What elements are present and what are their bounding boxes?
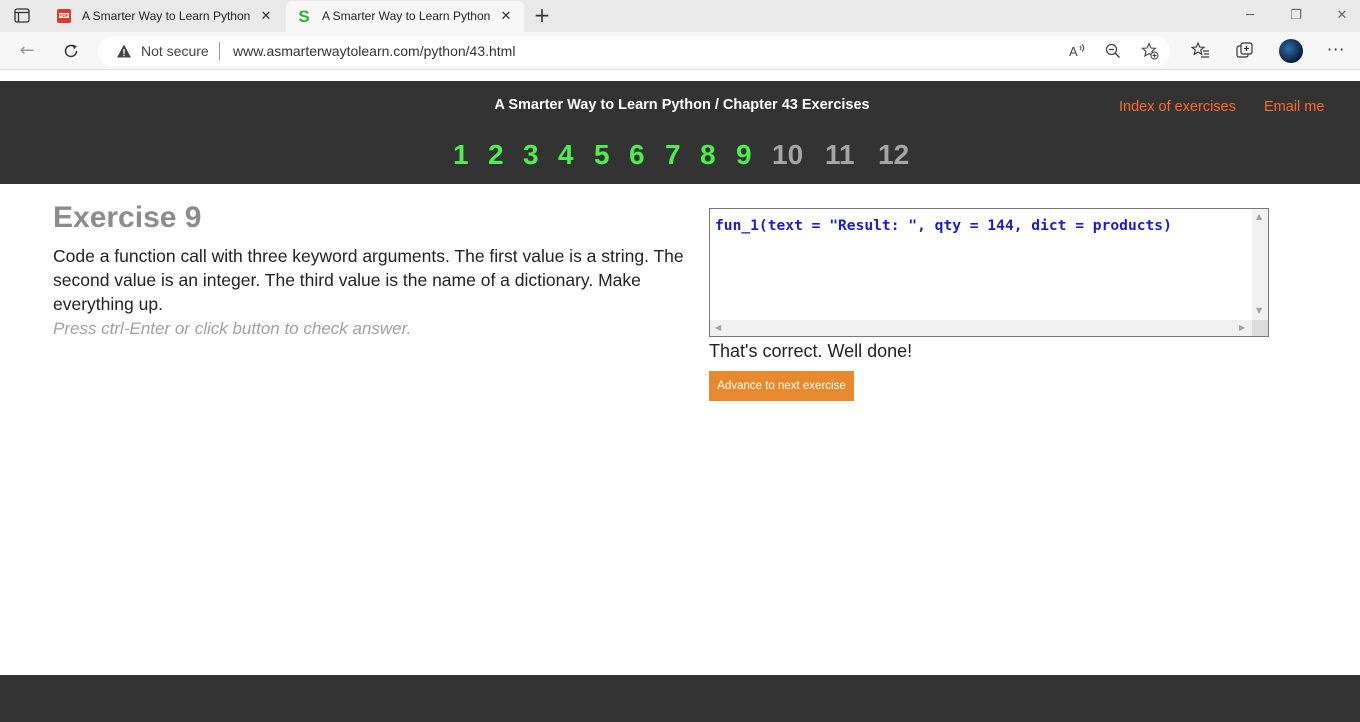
tab-title: A Smarter Way to Learn Python - xyxy=(82,9,252,23)
exercise-link-6[interactable]: 6 xyxy=(629,139,645,171)
tab-actions-icon[interactable] xyxy=(12,7,34,25)
horizontal-scrollbar[interactable]: ◀ ▶ xyxy=(710,320,1253,336)
close-tab-icon[interactable]: ✕ xyxy=(498,8,514,24)
site-footer xyxy=(0,675,1360,722)
exercise-link-4[interactable]: 4 xyxy=(558,139,574,171)
scroll-down-icon[interactable]: ▼ xyxy=(1256,307,1262,315)
warning-icon[interactable] xyxy=(116,43,132,59)
svg-text:A: A xyxy=(1069,44,1078,59)
zoom-out-icon[interactable] xyxy=(1104,42,1122,60)
index-of-exercises-link[interactable]: Index of exercises xyxy=(1119,99,1236,115)
profile-avatar[interactable] xyxy=(1279,39,1303,63)
answer-feedback: That's correct. Well done! xyxy=(709,341,913,361)
browser-toolbar: ← Not secure www.asmarterwaytolearn.com/… xyxy=(0,32,1360,70)
scrollbar-corner xyxy=(1252,320,1268,336)
exercise-link-7[interactable]: 7 xyxy=(665,139,681,171)
security-label[interactable]: Not secure xyxy=(141,43,209,59)
more-options-icon[interactable]: ··· xyxy=(1327,40,1345,59)
exercise-number-nav: 1 2 3 4 5 6 7 8 9 10 11 12 xyxy=(0,139,1360,175)
exercise-link-5[interactable]: 5 xyxy=(594,139,610,171)
collections-icon[interactable] xyxy=(1235,41,1255,61)
favorites-icon[interactable] xyxy=(1190,41,1211,61)
new-tab-button[interactable]: + xyxy=(533,5,551,25)
close-window-icon[interactable]: ✕ xyxy=(1332,6,1352,26)
add-favorite-icon[interactable] xyxy=(1141,42,1159,60)
answer-editor[interactable]: fun_1(text = "Result: ", qty = 144, dict… xyxy=(709,208,1269,337)
exercise-hint: Press ctrl-Enter or click button to chec… xyxy=(53,319,412,338)
s-logo-icon: S xyxy=(296,7,312,26)
browser-tab-active[interactable]: S A Smarter Way to Learn Python - ✕ xyxy=(286,1,524,32)
address-bar[interactable]: Not secure www.asmarterwaytolearn.com/py… xyxy=(98,36,1170,66)
scroll-right-icon[interactable]: ▶ xyxy=(1239,324,1245,332)
exercise-link-1[interactable]: 1 xyxy=(453,139,469,171)
exercise-link-10[interactable]: 10 xyxy=(772,139,803,171)
close-tab-icon[interactable]: ✕ xyxy=(258,8,274,24)
scroll-left-icon[interactable]: ◀ xyxy=(715,324,721,332)
exercise-link-12[interactable]: 12 xyxy=(878,139,909,171)
email-me-link[interactable]: Email me xyxy=(1264,99,1324,115)
scroll-up-icon[interactable]: ▲ xyxy=(1256,213,1262,221)
read-aloud-icon[interactable]: A xyxy=(1068,42,1086,60)
answer-code[interactable]: fun_1(text = "Result: ", qty = 144, dict… xyxy=(715,215,1245,237)
back-arrow-icon[interactable]: ← xyxy=(17,41,37,61)
site-header: A Smarter Way to Learn Python / Chapter … xyxy=(0,81,1360,184)
address-separator xyxy=(219,42,220,60)
restore-icon[interactable]: ❐ xyxy=(1286,6,1306,26)
tab-title: A Smarter Way to Learn Python - xyxy=(322,9,492,23)
tab-strip: PDF A Smarter Way to Learn Python - ✕ S … xyxy=(0,0,1360,32)
advance-to-next-exercise-button[interactable]: Advance to next exercise xyxy=(709,371,854,401)
exercise-link-3[interactable]: 3 xyxy=(523,139,539,171)
url-text[interactable]: www.asmarterwaytolearn.com/python/43.htm… xyxy=(233,43,515,59)
minimize-icon[interactable]: ─ xyxy=(1240,6,1260,26)
pdf-icon: PDF xyxy=(56,8,72,24)
exercise-title: Exercise 9 xyxy=(53,201,202,234)
exercise-link-11[interactable]: 11 xyxy=(825,139,855,171)
exercise-link-2[interactable]: 2 xyxy=(488,139,504,171)
vertical-scrollbar[interactable]: ▲ ▼ xyxy=(1252,209,1268,321)
browser-tab-pdf[interactable]: PDF A Smarter Way to Learn Python - ✕ xyxy=(46,1,284,32)
exercise-link-8[interactable]: 8 xyxy=(700,139,716,171)
exercise-description: Code a function call with three keyword … xyxy=(53,246,684,314)
svg-text:S: S xyxy=(298,8,309,24)
svg-text:PDF: PDF xyxy=(59,13,68,18)
refresh-icon[interactable] xyxy=(61,41,81,61)
exercise-link-9[interactable]: 9 xyxy=(736,139,752,171)
